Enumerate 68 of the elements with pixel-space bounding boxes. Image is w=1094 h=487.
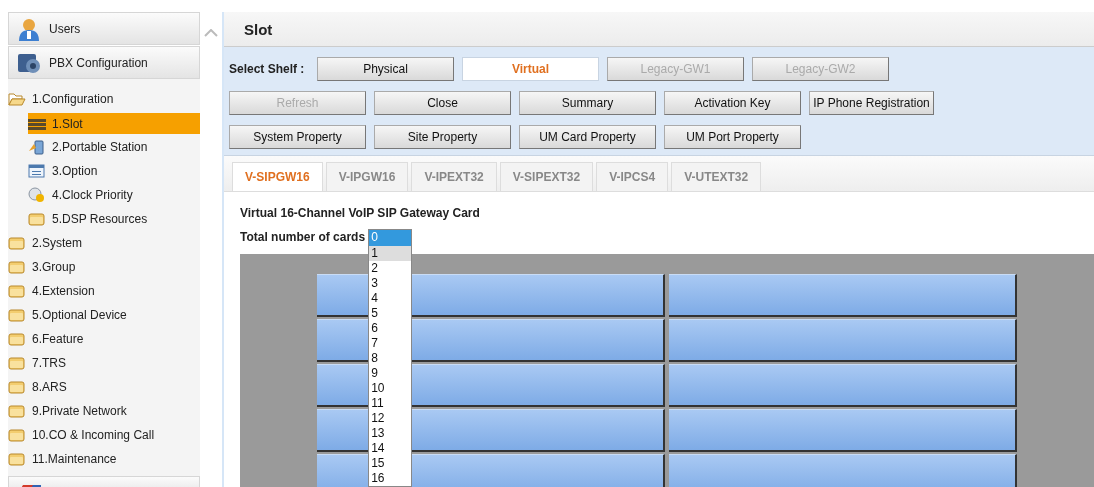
- dropdown-option[interactable]: 8: [369, 351, 412, 366]
- action-button[interactable]: Activation Key: [664, 91, 801, 115]
- dropdown-list[interactable]: 0 1 2 3 4 5 6 7 8 9 10 11 12 13 14 15 16: [368, 229, 413, 487]
- shelf-label: Select Shelf :: [229, 62, 306, 76]
- folder-icon: [8, 427, 26, 443]
- folder-icon: [8, 403, 26, 419]
- clock-icon: [28, 187, 46, 203]
- dropdown-option[interactable]: 7: [369, 336, 412, 351]
- tree-item[interactable]: 9.Private Network: [8, 399, 200, 423]
- collapse-icon: [204, 29, 218, 37]
- tree-item[interactable]: 4.Extension: [8, 279, 200, 303]
- field-label: Total number of cards: [240, 230, 366, 244]
- dropdown-option[interactable]: 10: [369, 381, 412, 396]
- folder-icon: [8, 331, 26, 347]
- tree-item[interactable]: 11.Maintenance: [8, 447, 200, 471]
- dropdown-option[interactable]: 15: [369, 456, 412, 471]
- dropdown-option[interactable]: 13: [369, 426, 412, 441]
- card-title: Virtual 16-Channel VoIP SIP Gateway Card: [240, 206, 481, 220]
- dropdown-option[interactable]: 14: [369, 441, 412, 456]
- action-button[interactable]: System Property: [229, 125, 366, 149]
- folder-icon: [8, 235, 26, 251]
- tree-item[interactable]: 3.Group: [8, 255, 200, 279]
- dropdown-option[interactable]: 1: [369, 246, 412, 261]
- tree-item[interactable]: 10.CO & Incoming Call: [8, 423, 200, 447]
- folder-icon: [8, 451, 26, 467]
- folder-icon: [28, 211, 46, 227]
- user-icon: [17, 16, 41, 41]
- page-title: Slot: [244, 20, 273, 38]
- dropdown-option[interactable]: 4: [369, 291, 412, 306]
- folder-icon: [8, 379, 26, 395]
- action-button[interactable]: IP Phone Registration: [809, 91, 934, 115]
- dropdown-option[interactable]: 11: [369, 396, 412, 411]
- card-slot[interactable]: [669, 409, 1017, 452]
- panel-header[interactable]: Users: [8, 12, 200, 45]
- tree-item[interactable]: 3.Option: [28, 159, 200, 183]
- action-button[interactable]: UM Card Property: [519, 125, 656, 149]
- dropdown-option[interactable]: 16: [369, 471, 412, 486]
- tree-item[interactable]: 2.Portable Station: [28, 135, 200, 159]
- folder-icon: [8, 307, 26, 323]
- list-window-icon: [28, 163, 46, 179]
- panel-header[interactable]: PBX Configuration: [8, 46, 200, 79]
- tree-item[interactable]: 1.Slot: [28, 113, 200, 134]
- action-button[interactable]: Close: [374, 91, 511, 115]
- card-slot[interactable]: [669, 364, 1017, 407]
- action-button[interactable]: Summary: [519, 91, 656, 115]
- tree-item[interactable]: 1.Configuration: [8, 87, 200, 111]
- tree-item[interactable]: 5.DSP Resources: [28, 207, 200, 231]
- dropdown-option[interactable]: 3: [369, 276, 412, 291]
- dropdown-option[interactable]: 9: [369, 366, 412, 381]
- action-button[interactable]: UM Port Property: [664, 125, 801, 149]
- folder-icon: [8, 355, 26, 371]
- card-slot[interactable]: [669, 319, 1017, 362]
- tree-item[interactable]: 2.System: [8, 231, 200, 255]
- card-slot[interactable]: [669, 274, 1017, 317]
- dropdown-option[interactable]: 2: [369, 261, 412, 276]
- dropdown-option[interactable]: 5: [369, 306, 412, 321]
- tree-item[interactable]: 4.Clock Priority: [28, 183, 200, 207]
- phone-icon: [28, 139, 46, 155]
- tree-item[interactable]: 6.Feature: [8, 327, 200, 351]
- tree-item[interactable]: 5.Optional Device: [8, 303, 200, 327]
- folder-icon: [8, 283, 26, 299]
- dropdown-option[interactable]: 6: [369, 321, 412, 336]
- dropdown-option[interactable]: 12: [369, 411, 412, 426]
- folder-icon: [8, 259, 26, 275]
- tree-item[interactable]: 8.ARS: [8, 375, 200, 399]
- shelf-button[interactable]: Physical: [317, 57, 454, 81]
- tree-item[interactable]: 7.TRS: [8, 351, 200, 375]
- action-button[interactable]: Site Property: [374, 125, 511, 149]
